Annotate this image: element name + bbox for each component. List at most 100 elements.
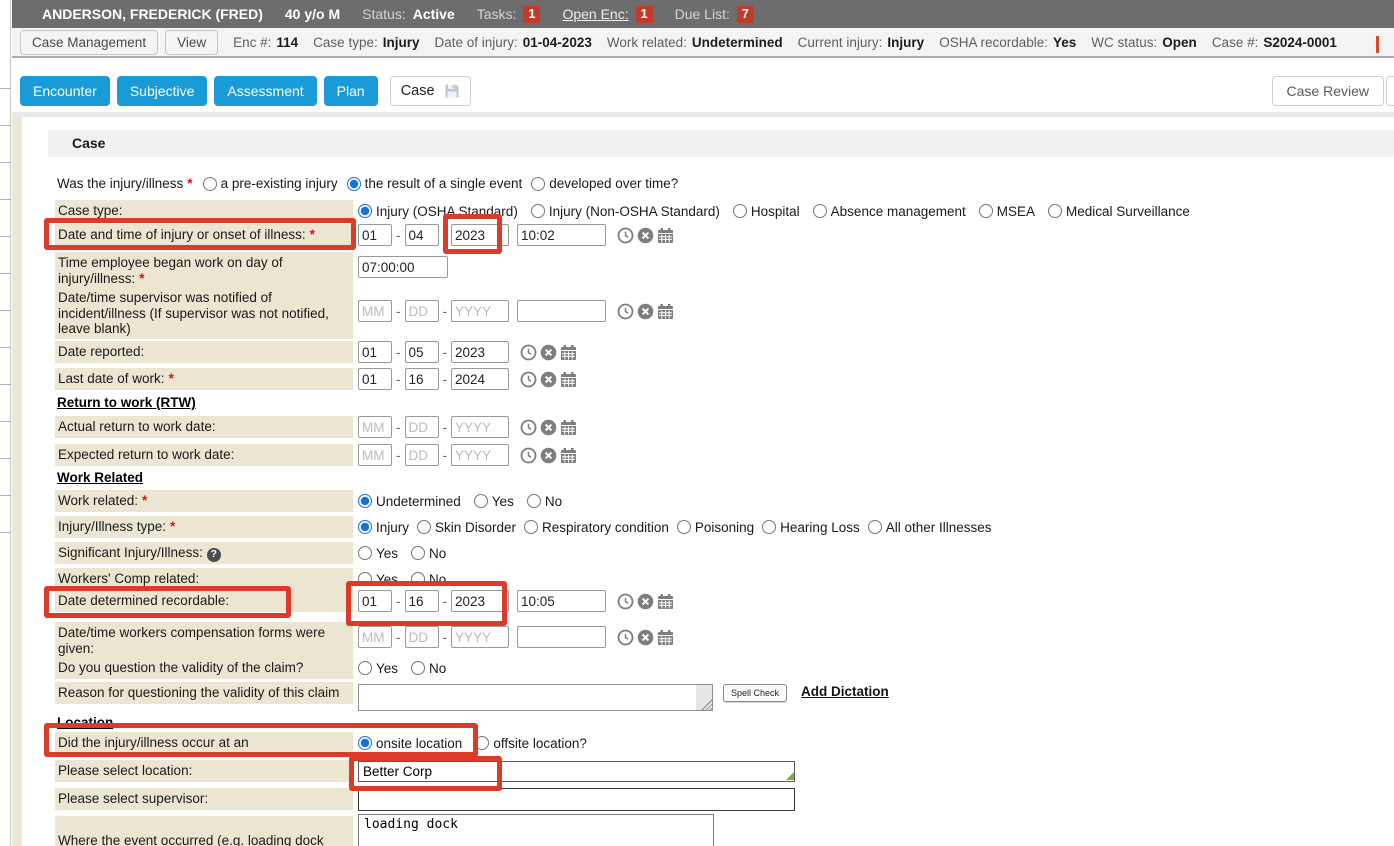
recordable-month-input[interactable]: [358, 590, 392, 612]
radio-option-wc-no[interactable]: No: [411, 572, 446, 587]
radio-option-non-osha-injury[interactable]: Injury (Non-OSHA Standard): [531, 204, 720, 219]
calendar-icon[interactable]: [657, 629, 674, 646]
clear-icon[interactable]: [637, 303, 654, 320]
radio-option-validity-no[interactable]: No: [411, 661, 446, 676]
radio-option-wc-yes[interactable]: Yes: [358, 572, 398, 587]
radio-option-hearing-loss[interactable]: Hearing Loss: [762, 520, 860, 535]
where-occurred-textarea[interactable]: loading dock: [358, 814, 714, 846]
calendar-icon[interactable]: [657, 593, 674, 610]
undetermined-radio[interactable]: [358, 494, 372, 508]
reason-validity-textarea[interactable]: [358, 684, 713, 711]
radio-option-validity-yes[interactable]: Yes: [358, 661, 398, 676]
clock-icon[interactable]: [520, 447, 537, 464]
calendar-icon[interactable]: [560, 419, 577, 436]
wc-no-radio[interactable]: [411, 572, 425, 586]
add-dictation-link[interactable]: Add Dictation: [801, 684, 889, 699]
actual-rtw-year-input[interactable]: [451, 416, 509, 438]
date-reported-year-input[interactable]: [451, 341, 509, 363]
radio-option-hospital[interactable]: Hospital: [733, 204, 800, 219]
calendar-icon[interactable]: [657, 303, 674, 320]
osha-injury-radio[interactable]: [358, 204, 372, 218]
wc-yes-radio[interactable]: [358, 572, 372, 586]
validity-no-radio[interactable]: [411, 661, 425, 675]
significant-yes-radio[interactable]: [358, 546, 372, 560]
radio-option-injury[interactable]: Injury: [358, 520, 409, 535]
validity-yes-radio[interactable]: [358, 661, 372, 675]
wc-forms-year-input[interactable]: [451, 626, 509, 648]
injury-year-input[interactable]: [451, 224, 509, 246]
injury-day-input[interactable]: [405, 224, 439, 246]
expected-rtw-month-input[interactable]: [358, 444, 392, 466]
radio-option-absence[interactable]: Absence management: [813, 204, 966, 219]
clear-icon[interactable]: [540, 447, 557, 464]
expected-rtw-day-input[interactable]: [405, 444, 439, 466]
msea-radio[interactable]: [979, 204, 993, 218]
radio-option-msea[interactable]: MSEA: [979, 204, 1035, 219]
offsite-radio[interactable]: [475, 736, 489, 750]
clear-icon[interactable]: [540, 371, 557, 388]
help-icon[interactable]: ?: [207, 548, 221, 562]
began-work-time-input[interactable]: [358, 256, 448, 278]
clock-icon[interactable]: [617, 303, 634, 320]
radio-option-over-time[interactable]: developed over time?: [531, 176, 678, 191]
supervisor-input[interactable]: [358, 788, 795, 811]
injury-radio[interactable]: [358, 520, 372, 534]
date-reported-day-input[interactable]: [405, 341, 439, 363]
radio-option-significant-no[interactable]: No: [411, 546, 446, 561]
radio-option-significant-yes[interactable]: Yes: [358, 546, 398, 561]
clear-icon[interactable]: [637, 593, 654, 610]
wc-forms-month-input[interactable]: [358, 626, 392, 648]
supervisor-notified-day-input[interactable]: [405, 300, 439, 322]
recordable-day-input[interactable]: [405, 590, 439, 612]
radio-option-onsite[interactable]: onsite location: [358, 736, 462, 751]
radio-option-medical-surveillance[interactable]: Medical Surveillance: [1048, 204, 1190, 219]
injury-time-input[interactable]: [517, 224, 606, 246]
wc-forms-day-input[interactable]: [405, 626, 439, 648]
calendar-icon[interactable]: [560, 371, 577, 388]
work-related-no-radio[interactable]: [527, 494, 541, 508]
last-work-month-input[interactable]: [358, 368, 392, 390]
all-other-illnesses-radio[interactable]: [868, 520, 882, 534]
calendar-icon[interactable]: [560, 344, 577, 361]
date-reported-month-input[interactable]: [358, 341, 392, 363]
recordable-year-input[interactable]: [451, 590, 509, 612]
radio-option-skin-disorder[interactable]: Skin Disorder: [417, 520, 516, 535]
injury-month-input[interactable]: [358, 224, 392, 246]
expected-rtw-year-input[interactable]: [451, 444, 509, 466]
clear-icon[interactable]: [637, 629, 654, 646]
single-event-radio[interactable]: [347, 177, 361, 191]
calendar-icon[interactable]: [657, 227, 674, 244]
radio-option-osha-injury[interactable]: Injury (OSHA Standard): [358, 204, 518, 219]
skin-disorder-radio[interactable]: [417, 520, 431, 534]
supervisor-notified-month-input[interactable]: [358, 300, 392, 322]
over-time-radio[interactable]: [531, 177, 545, 191]
work-related-yes-radio[interactable]: [474, 494, 488, 508]
hearing-loss-radio[interactable]: [762, 520, 776, 534]
actual-rtw-month-input[interactable]: [358, 416, 392, 438]
onsite-radio[interactable]: [358, 736, 372, 750]
last-work-year-input[interactable]: [451, 368, 509, 390]
radio-option-all-other[interactable]: All other Illnesses: [868, 520, 992, 535]
hospital-radio[interactable]: [733, 204, 747, 218]
clear-icon[interactable]: [637, 227, 654, 244]
radio-option-work-related-no[interactable]: No: [527, 494, 562, 509]
radio-option-undetermined[interactable]: Undetermined: [358, 494, 461, 509]
clock-icon[interactable]: [617, 629, 634, 646]
clear-icon[interactable]: [540, 344, 557, 361]
non-osha-injury-radio[interactable]: [531, 204, 545, 218]
poisoning-radio[interactable]: [677, 520, 691, 534]
clock-icon[interactable]: [520, 419, 537, 436]
radio-option-poisoning[interactable]: Poisoning: [677, 520, 754, 535]
respiratory-radio[interactable]: [524, 520, 538, 534]
radio-option-preexisting[interactable]: a pre-existing injury: [203, 176, 338, 191]
clear-icon[interactable]: [540, 419, 557, 436]
calendar-icon[interactable]: [560, 447, 577, 464]
location-input[interactable]: [358, 761, 795, 782]
absence-radio[interactable]: [813, 204, 827, 218]
significant-no-radio[interactable]: [411, 546, 425, 560]
clock-icon[interactable]: [520, 371, 537, 388]
clock-icon[interactable]: [617, 227, 634, 244]
recordable-time-input[interactable]: [517, 590, 606, 612]
spell-check-button[interactable]: Spell Check: [723, 684, 787, 702]
radio-option-offsite[interactable]: offsite location?: [475, 736, 587, 751]
